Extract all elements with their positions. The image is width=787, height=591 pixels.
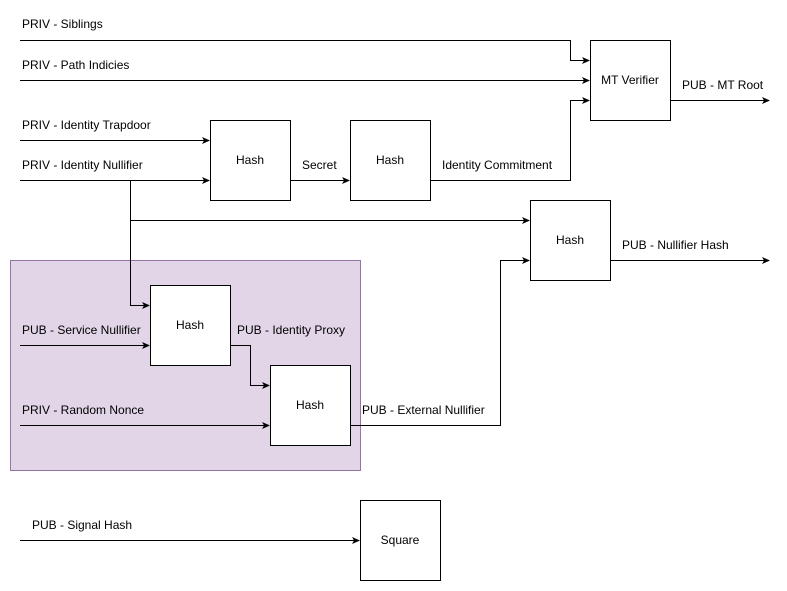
identity-commitment-label: Identity Commitment: [442, 158, 553, 172]
nullifier-hash-label: PUB - Nullifier Hash: [622, 238, 729, 252]
hash-label: Hash: [236, 153, 264, 167]
hash-nullifier-box: Hash: [530, 200, 611, 281]
siblings-label: PRIV - Siblings: [22, 17, 103, 31]
mt-verifier-label: MT Verifier: [601, 73, 659, 87]
identity-nullifier-label: PRIV - Identity Nullifier: [22, 158, 143, 172]
edge-nullifier-to-hash: [130, 180, 530, 224]
identity-trapdoor-label: PRIV - Identity Trapdoor: [22, 118, 151, 132]
path-indices-label: PRIV - Path Indicies: [22, 58, 129, 72]
square-label: Square: [381, 533, 420, 547]
hash-label: Hash: [296, 398, 324, 412]
edge-external-nullifier: [350, 257, 530, 426]
hash-secret-box: Hash: [210, 120, 291, 201]
hash-external-box: Hash: [270, 365, 351, 446]
hash-label: Hash: [556, 233, 584, 247]
hash-commitment-box: Hash: [350, 120, 431, 201]
secret-label: Secret: [302, 158, 337, 172]
hash-label: Hash: [176, 318, 204, 332]
service-nullifier-label: PUB - Service Nullifier: [22, 323, 141, 337]
hash-proxy-box: Hash: [150, 285, 231, 366]
signal-hash-label: PUB - Signal Hash: [32, 518, 132, 532]
mt-root-label: PUB - MT Root: [682, 78, 764, 92]
square-box: Square: [360, 500, 441, 581]
random-nonce-label: PRIV - Random Nonce: [22, 403, 144, 417]
external-nullifier-label: PUB - External Nullifier: [362, 403, 485, 417]
mt-verifier-box: MT Verifier: [590, 40, 671, 121]
hash-label: Hash: [376, 153, 404, 167]
circuit-diagram: MT Verifier Hash Hash Hash Hash Hash Squ…: [10, 17, 770, 581]
identity-proxy-label: PUB - Identity Proxy: [237, 323, 345, 337]
